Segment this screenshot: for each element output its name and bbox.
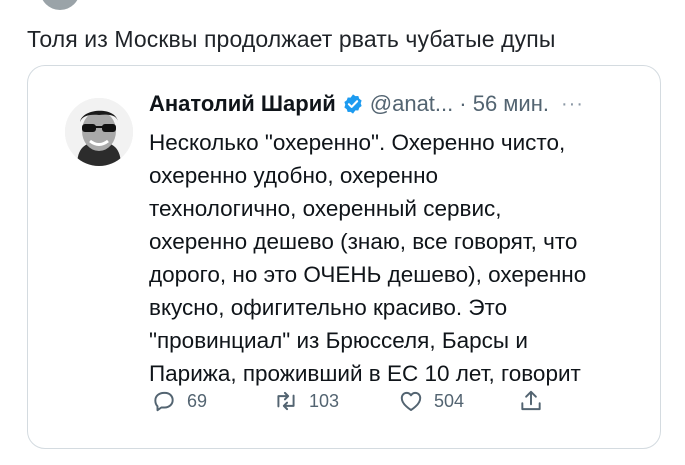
- share-button[interactable]: [518, 388, 544, 414]
- author-avatar[interactable]: [65, 98, 133, 166]
- previous-avatar-crop: [40, 0, 80, 10]
- reply-icon: [154, 391, 174, 412]
- retweet-icon: [277, 391, 295, 411]
- tweet-text-line: охеренно дешево (знаю, все говорят, что: [149, 229, 578, 254]
- post-text: Толя из Москвы продолжает рвать чубатые …: [27, 26, 556, 52]
- share-icon: [521, 390, 541, 411]
- tweet-text: Несколько "охеренно". Охеренно чисто, ох…: [149, 126, 649, 390]
- tweet-text-line: Парижа, проживший в ЕС 10 лет, говорит: [149, 361, 581, 386]
- tweet-text-line: вкусно, офигительно красиво. Это: [149, 295, 508, 320]
- tweet-actions: 69 103 504: [151, 388, 544, 414]
- tweet-text-line: технологично, охеренный сервис,: [149, 196, 502, 221]
- tweet-body: Анатолий Шарий @anat... · 56 мин. ··· Не…: [149, 84, 649, 390]
- tweet-header: Анатолий Шарий @anat... · 56 мин. ···: [149, 84, 649, 124]
- author-handle[interactable]: @anat...: [370, 91, 454, 117]
- author-name[interactable]: Анатолий Шарий: [149, 91, 336, 117]
- more-options-icon[interactable]: ···: [561, 93, 584, 116]
- heart-icon: [400, 391, 422, 411]
- tweet-text-line: охеренно удобно, охеренно: [149, 163, 439, 188]
- tweet-text-line: "провинциал" из Брюсселя, Барсы и: [149, 328, 528, 353]
- retweet-button[interactable]: 103: [273, 388, 398, 414]
- tweet-text-line: дорого, но это ОЧЕНЬ дешево), охеренно: [149, 262, 587, 287]
- reply-button[interactable]: 69: [151, 388, 273, 414]
- verified-badge-icon: [342, 93, 364, 115]
- tweet-text-line: Несколько "охеренно". Охеренно чисто,: [149, 130, 566, 155]
- retweet-count: 103: [309, 390, 340, 411]
- tweet-timestamp[interactable]: · 56 мин.: [459, 91, 549, 117]
- like-button[interactable]: 504: [398, 388, 518, 414]
- avatar-photo: [65, 98, 133, 166]
- like-count: 504: [434, 390, 465, 411]
- reply-count: 69: [187, 390, 208, 411]
